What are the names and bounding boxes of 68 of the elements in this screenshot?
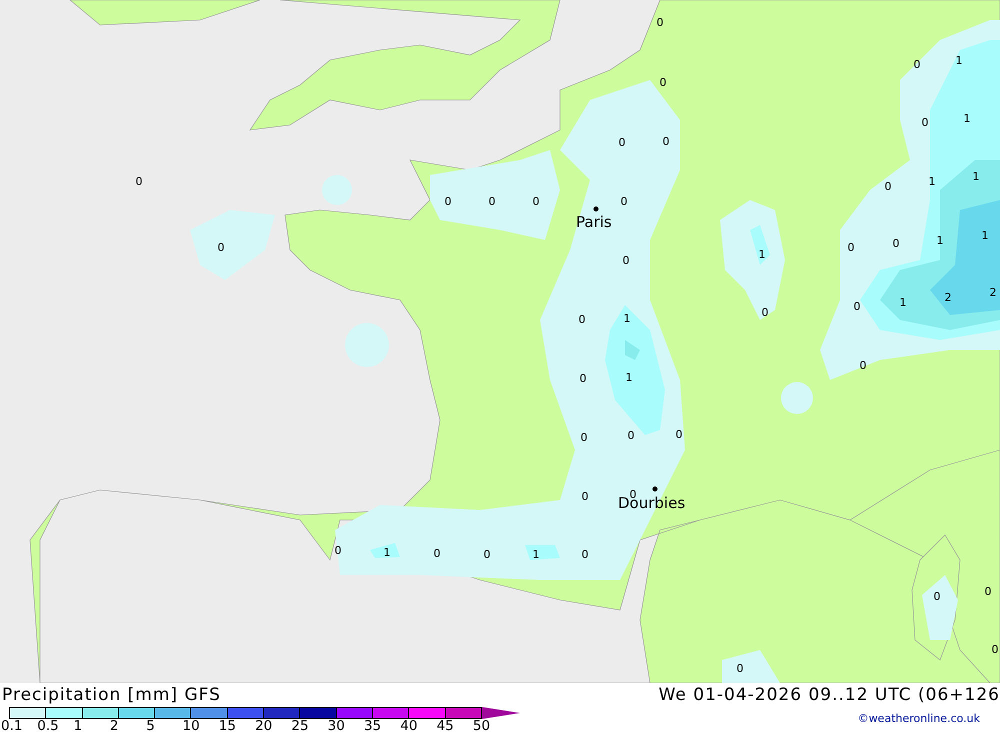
value-label: 1 xyxy=(972,170,980,183)
value-label: 0 xyxy=(582,490,588,503)
value-label: 0 xyxy=(334,544,342,557)
value-label: 0 xyxy=(660,76,666,89)
value-label: 0 xyxy=(488,195,496,208)
value-label: 0 xyxy=(884,180,892,193)
value-label: 0 xyxy=(580,372,586,385)
legend-tick-label: 45 xyxy=(436,719,455,733)
value-label: 1 xyxy=(936,234,944,247)
value-label: 0 xyxy=(582,548,588,561)
value-label: 0 xyxy=(618,136,626,149)
value-label: 0 xyxy=(762,306,768,319)
valid-time-label: We 01-04-2026 09..12 UTC (06+126 xyxy=(658,685,1000,707)
value-label: 0 xyxy=(662,135,670,148)
value-label: 0 xyxy=(218,241,224,254)
value-label: 0 xyxy=(922,116,928,129)
legend-tick-label: 50 xyxy=(472,719,492,733)
value-label: 0 xyxy=(630,488,636,501)
legend-tick-label: 40 xyxy=(400,719,418,733)
city-dot-icon xyxy=(652,486,658,492)
value-label: 0 xyxy=(484,548,490,561)
value-label: 1 xyxy=(624,312,630,325)
legend-tick-label: 25 xyxy=(291,719,310,733)
value-label: 1 xyxy=(982,229,988,242)
value-label: 0 xyxy=(136,175,142,188)
value-label: 0 xyxy=(860,359,866,372)
legend-tick-label: 35 xyxy=(364,719,382,733)
legend-tick-label: 0.1 xyxy=(1,719,24,733)
legend-tick-label: 5 xyxy=(146,719,156,733)
value-label: 0 xyxy=(656,16,664,29)
value-label: 1 xyxy=(900,296,906,309)
value-label: 1 xyxy=(384,546,390,559)
value-label: 1 xyxy=(626,371,632,384)
chart-title: Precipitation [mm] GFS xyxy=(2,685,221,707)
city-dot-icon xyxy=(594,206,598,212)
value-label: 0 xyxy=(992,643,998,656)
value-label: 1 xyxy=(758,248,766,261)
value-label: 0 xyxy=(578,313,586,326)
legend-tick-label: 20 xyxy=(255,719,274,733)
value-label: 1 xyxy=(964,112,970,125)
value-label: 0 xyxy=(892,237,900,250)
legend-tick-label: 1 xyxy=(74,719,84,733)
legend-tick-label: 15 xyxy=(218,719,237,733)
legend-tick-label: 2 xyxy=(110,719,120,733)
value-label: 0 xyxy=(622,254,630,267)
city-label: Paris xyxy=(576,213,612,231)
legend-tick-label: 0.5 xyxy=(37,719,60,733)
value-label: 1 xyxy=(532,548,540,561)
value-label: 0 xyxy=(444,195,452,208)
value-label: 2 xyxy=(944,291,952,304)
value-label: 0 xyxy=(434,547,440,560)
legend-tick-label: 10 xyxy=(182,719,201,733)
value-label: 0 xyxy=(532,195,540,208)
value-label: 2 xyxy=(990,286,996,299)
value-label: 0 xyxy=(676,428,682,441)
value-label: 1 xyxy=(956,54,962,67)
value-label: 0 xyxy=(914,58,920,71)
value-label: 0 xyxy=(854,300,860,313)
legend-tick-label: 30 xyxy=(328,719,346,733)
value-label: 0 xyxy=(848,241,854,254)
value-label: 0 xyxy=(984,585,992,598)
value-label: 0 xyxy=(736,662,744,675)
value-label: 0 xyxy=(580,431,588,444)
value-label: 0 xyxy=(628,429,634,442)
value-label: 0 xyxy=(934,590,940,603)
value-label: 1 xyxy=(928,175,936,188)
value-label: 0 xyxy=(620,195,628,208)
credit-link[interactable]: ©weatheronline.co.uk xyxy=(858,712,980,725)
